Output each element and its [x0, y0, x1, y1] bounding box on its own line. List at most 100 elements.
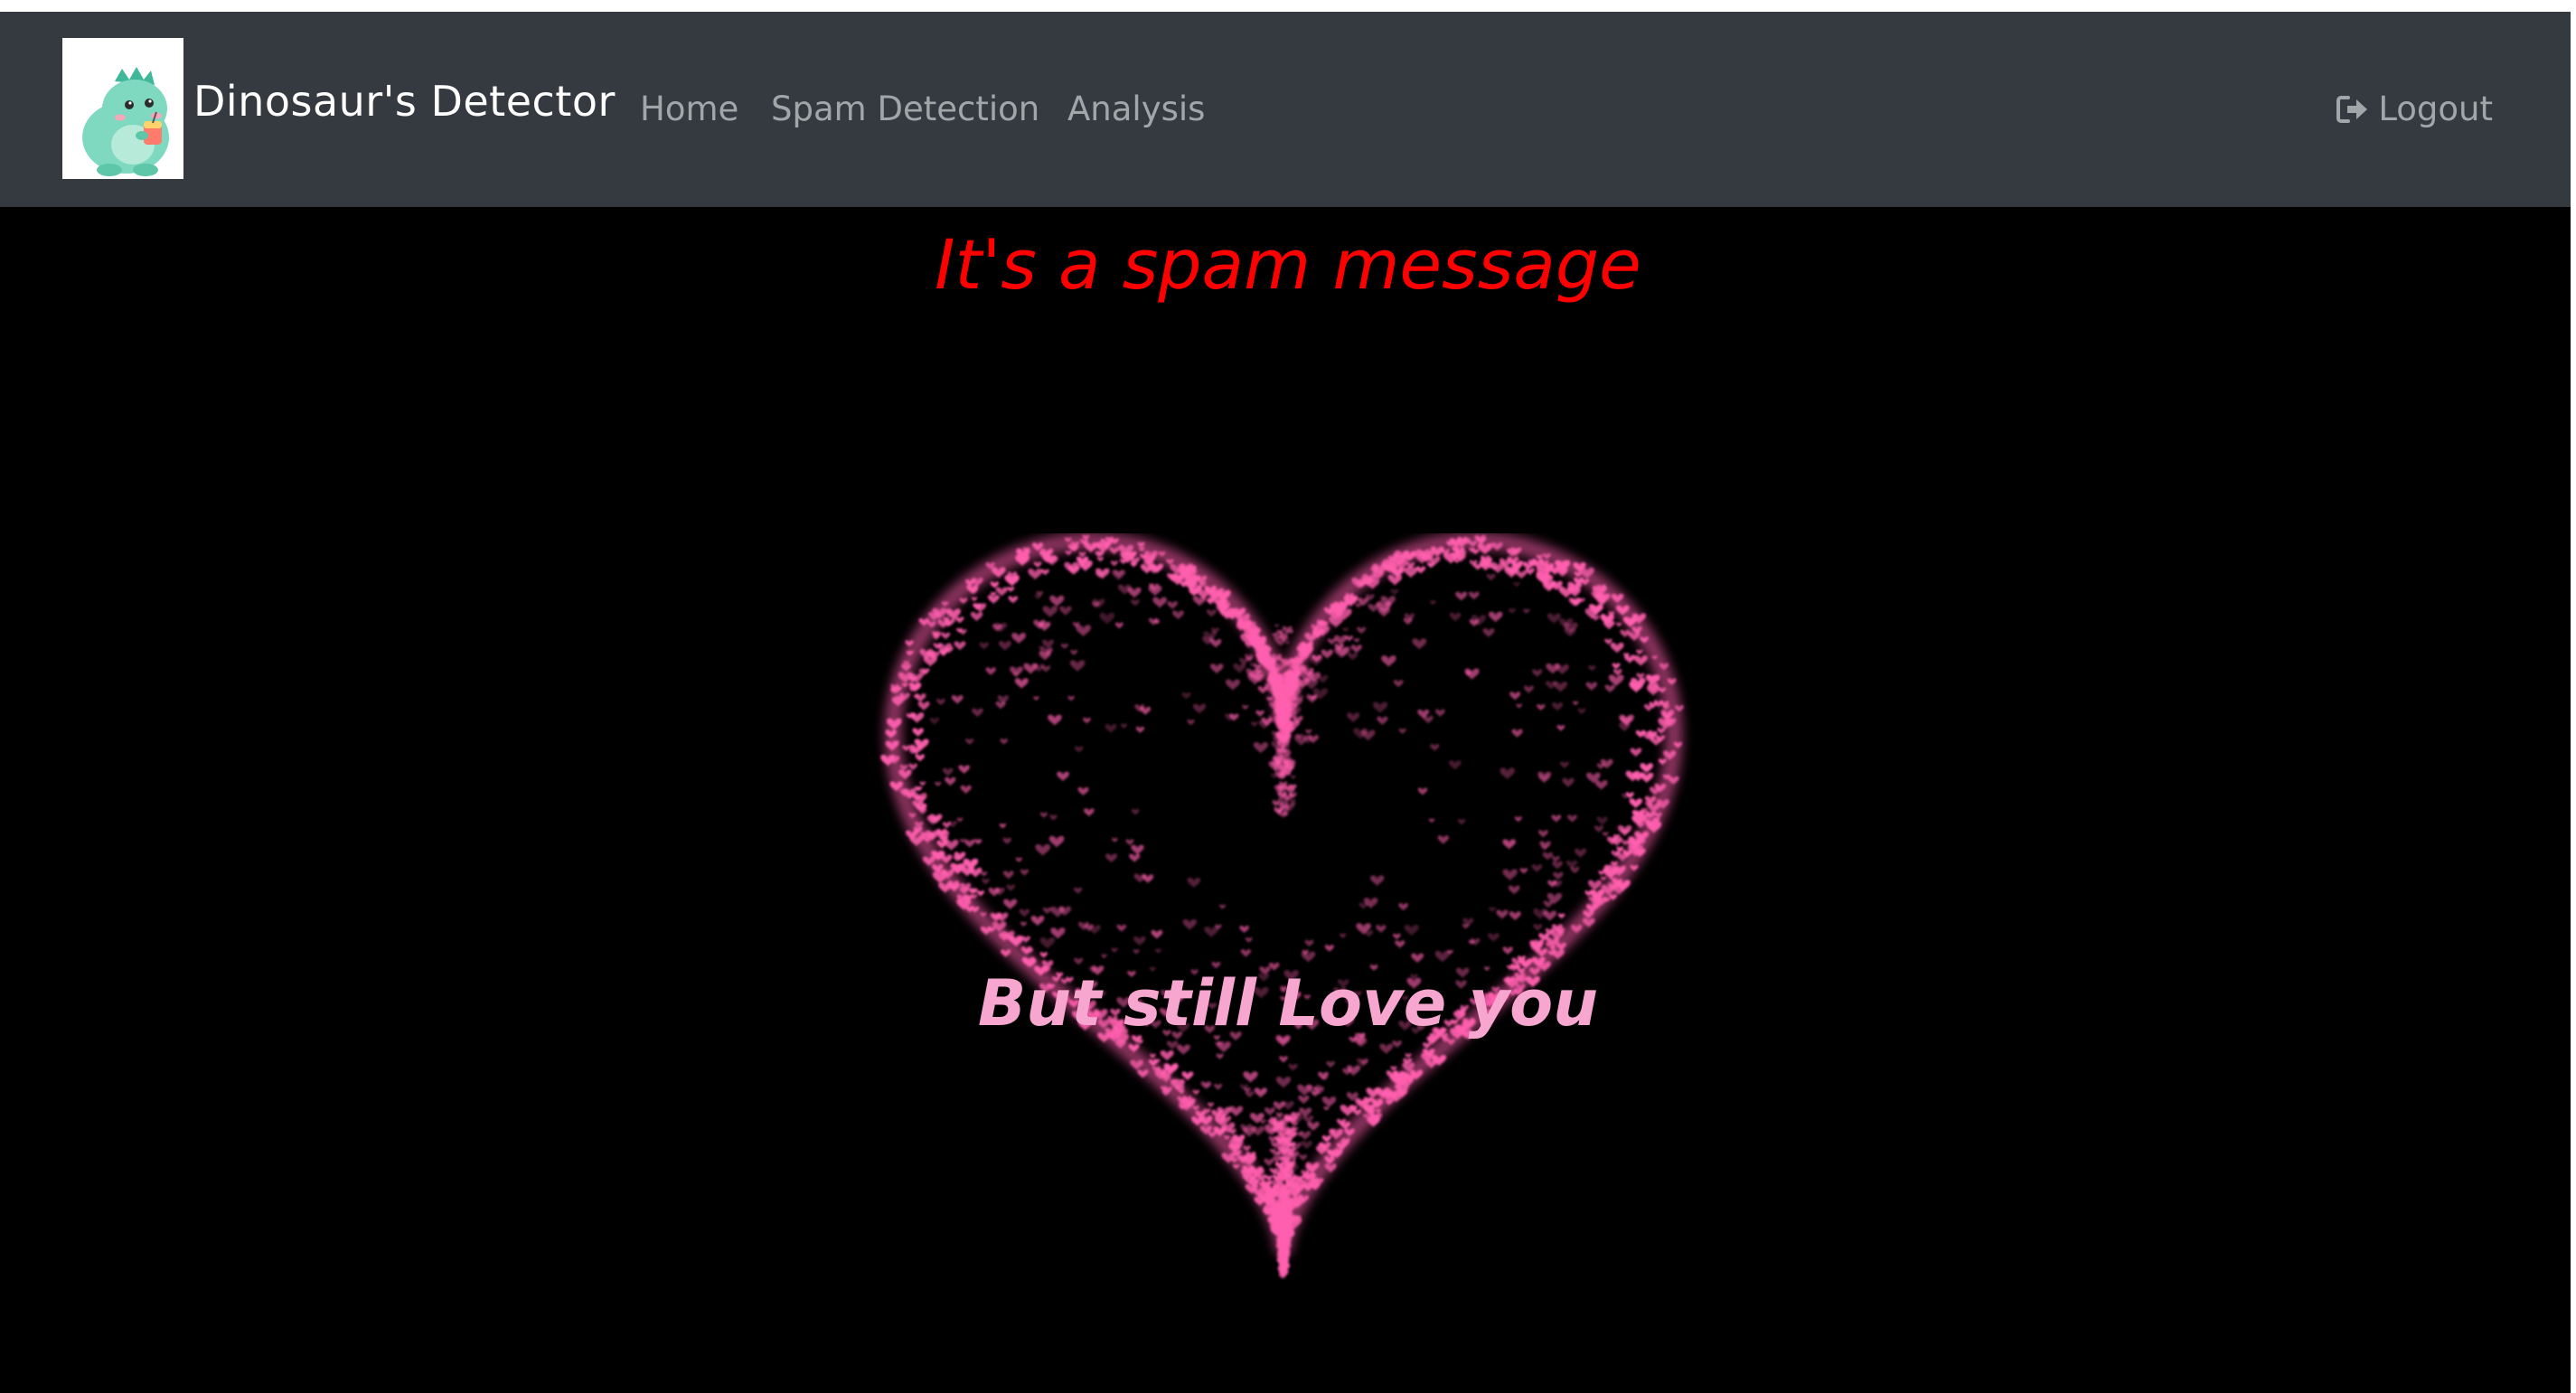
heart-particle [1547, 613, 1561, 625]
heart-particle [1393, 933, 1401, 940]
heart-particle [923, 655, 937, 667]
logout-button[interactable]: Logout [2336, 89, 2493, 128]
heart-particle [1636, 649, 1643, 655]
heart-particle [1324, 945, 1334, 953]
heart-particle [1050, 906, 1066, 918]
heart-particle [1187, 719, 1195, 726]
heart-particle [1523, 608, 1530, 615]
heart-particle [1537, 771, 1552, 783]
heart-particle [1532, 669, 1543, 678]
heart-particle [1114, 622, 1123, 629]
heart-particle [1240, 949, 1252, 958]
heart-particle [1078, 551, 1086, 558]
heart-particle [1543, 900, 1554, 908]
heart-particle [1531, 864, 1543, 873]
heart-particle [945, 777, 956, 786]
heart-particle [1592, 615, 1600, 622]
heart-message: But still Love you [977, 966, 1599, 1040]
heart-particle [1411, 953, 1424, 964]
brand-title[interactable]: Dinosaur's Detector [193, 77, 616, 126]
heart-particle [1348, 653, 1359, 661]
heart-particle [1192, 1089, 1199, 1096]
heart-particle [1039, 937, 1056, 950]
heart-particle [1404, 924, 1419, 937]
heart-particle [1206, 609, 1217, 617]
heart-particle [1464, 668, 1480, 681]
heart-particle [960, 785, 972, 795]
heart-particle [1065, 551, 1072, 556]
heart-particle [1537, 830, 1548, 838]
heart-particle [1083, 808, 1095, 817]
heart-particle [1074, 887, 1083, 895]
heart-particle [1489, 611, 1503, 623]
heart-particle [1192, 703, 1207, 715]
heart-particle [1245, 937, 1253, 944]
heart-particle [1049, 814, 1058, 821]
heart-particle [1015, 857, 1022, 863]
heart-particle [1600, 876, 1607, 881]
heart-particle [1502, 839, 1516, 851]
heart-particle [1131, 599, 1140, 607]
heart-particle [1449, 612, 1462, 622]
nav-link-home[interactable]: Home [640, 89, 738, 128]
heart-particle [1468, 591, 1480, 600]
heart-particle [1021, 936, 1030, 944]
heart-particle [1350, 645, 1362, 654]
heart-particle [1556, 725, 1565, 732]
heart-particle [1187, 877, 1201, 889]
heart-particle [1360, 729, 1376, 741]
dinosaur-mascot-icon[interactable] [62, 38, 183, 179]
heart-particle [1542, 852, 1553, 861]
heart-particle [1482, 628, 1495, 638]
heart-particle [1657, 728, 1666, 735]
heart-particle [1364, 930, 1374, 937]
nav-link-analysis[interactable]: Analysis [1067, 89, 1205, 128]
heart-particle [1014, 678, 1029, 690]
heart-particle [1560, 761, 1569, 769]
nav-link-spam-detection[interactable]: Spam Detection [771, 89, 1039, 128]
heart-particle [987, 595, 1000, 605]
heart-particle [1598, 871, 1604, 876]
heart-particle [1250, 721, 1258, 728]
heart-particle [1387, 574, 1403, 587]
heart-particle [1533, 924, 1543, 932]
heart-particle [1069, 660, 1086, 673]
heart-particle [1167, 601, 1179, 610]
heart-particle [1596, 816, 1608, 826]
heart-particle [1101, 954, 1107, 959]
heart-particle [1567, 814, 1577, 824]
heart-particle [1525, 568, 1535, 576]
heart-particle [1243, 1145, 1251, 1153]
heart-particle [1030, 916, 1045, 927]
heart-particle [1152, 597, 1167, 609]
heart-particle [999, 823, 1007, 829]
heart-particle [1457, 819, 1466, 825]
heart-particle [1003, 899, 1018, 910]
heart-particle [1417, 787, 1428, 795]
heart-particle [1496, 909, 1509, 920]
heart-particle [1511, 729, 1523, 739]
heart-particle [981, 871, 988, 877]
heart-particle [1028, 569, 1043, 580]
heart-particle [1120, 723, 1127, 729]
heart-particle [1105, 853, 1117, 863]
heart-particle [1398, 903, 1408, 911]
heart-particle [1519, 868, 1528, 875]
heart-particle [964, 839, 975, 849]
heart-particle [935, 781, 942, 787]
heart-particle [1083, 717, 1091, 724]
heart-particle [1340, 933, 1347, 939]
heart-particle [965, 739, 974, 746]
heart-particle [1557, 913, 1565, 919]
heart-particle [1006, 884, 1016, 892]
heart-particle [1182, 918, 1197, 931]
heart-particle [1437, 835, 1449, 845]
heart-particle [971, 597, 978, 602]
heart-particle [1245, 1091, 1255, 1098]
heart-particle [1000, 738, 1009, 745]
heart-particle [908, 763, 917, 771]
heart-particle [1558, 586, 1575, 599]
heart-particle [909, 673, 923, 684]
heart-particle [1264, 1107, 1275, 1116]
heart-particle [998, 641, 1011, 652]
